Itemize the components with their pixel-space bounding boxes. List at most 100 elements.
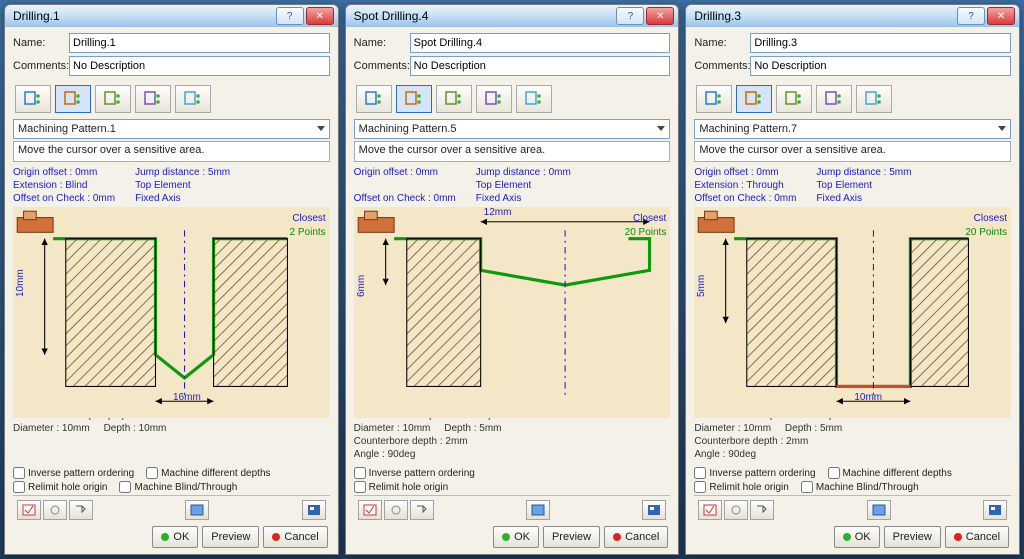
hint-text: Move the cursor over a sensitive area. [354,141,671,162]
tab-2[interactable] [436,85,472,113]
check-inverse[interactable]: Inverse pattern ordering [694,467,815,479]
closest-label: Closest [292,213,325,224]
tab-4[interactable] [856,85,892,113]
tab-1[interactable] [736,85,772,113]
cancel-icon [954,533,962,541]
comments-label: Comments: [13,60,69,72]
tab-1[interactable] [55,85,91,113]
name-input[interactable] [69,33,330,53]
help-button[interactable]: ? [957,7,985,25]
name-input[interactable] [750,33,1011,53]
geometry-diagram[interactable]: Closest 20 Points 5mm 10mm [694,207,1011,406]
mini-btn-3[interactable] [750,500,774,520]
dim-a[interactable]: 5mm [696,275,707,297]
preview-button[interactable]: Preview [543,526,600,548]
tab-1[interactable] [396,85,432,113]
dim-a[interactable]: 10mm [15,269,26,297]
check-blind-through[interactable]: Machine Blind/Through [801,481,919,493]
mini-btn-2[interactable] [43,500,67,520]
tab-4[interactable] [175,85,211,113]
mini-btn-center[interactable] [526,500,550,520]
dim-b[interactable]: 16mm [173,392,201,403]
points-label: 20 Points [965,227,1007,238]
check-blind-through[interactable]: Machine Blind/Through [119,481,237,493]
comments-label: Comments: [694,60,750,72]
mini-btn-2[interactable] [384,500,408,520]
ok-icon [502,533,510,541]
close-button[interactable]: ✕ [987,7,1015,25]
closest-label: Closest [974,213,1007,224]
titlebar[interactable]: Drilling.3?✕ [686,5,1019,27]
check-inverse[interactable]: Inverse pattern ordering [13,467,134,479]
mini-btn-3[interactable] [410,500,434,520]
mini-btn-1[interactable] [17,500,41,520]
titlebar[interactable]: Spot Drilling.4?✕ [346,5,679,27]
tab-0[interactable] [696,85,732,113]
check-relimit[interactable]: Relimit hole origin [354,481,448,493]
comments-input[interactable] [750,56,1011,76]
points-label: 2 Points [290,227,326,238]
name-label: Name: [694,37,750,49]
window-title: Drilling.3 [690,9,955,23]
tab-3[interactable] [816,85,852,113]
points-label: 20 Points [625,227,667,238]
help-button[interactable]: ? [616,7,644,25]
dim-b[interactable]: 10mm [854,392,882,403]
name-label: Name: [354,37,410,49]
tab-toolbar [354,85,671,113]
dim-a[interactable]: 6mm [356,275,367,297]
check-inverse[interactable]: Inverse pattern ordering [354,467,475,479]
cancel-icon [272,533,280,541]
dialog-1: Spot Drilling.4?✕ Name: Comments: Machining… [345,4,680,555]
bottom-bar [13,495,330,524]
cancel-button[interactable]: Cancel [945,526,1009,548]
preview-button[interactable]: Preview [884,526,941,548]
mini-btn-2[interactable] [724,500,748,520]
tab-2[interactable] [95,85,131,113]
mini-btn-right[interactable] [983,500,1007,520]
comments-label: Comments: [354,60,410,72]
pattern-combo[interactable]: Machining Pattern.5 [354,119,671,139]
mini-btn-right[interactable] [642,500,666,520]
mini-btn-right[interactable] [302,500,326,520]
check-diff-depths[interactable]: Machine different depths [146,467,270,479]
titlebar[interactable]: Drilling.1?✕ [5,5,338,27]
dim-c[interactable]: 12mm [484,207,512,218]
pattern-combo[interactable]: Machining Pattern.1 [13,119,330,139]
tab-0[interactable] [15,85,51,113]
name-label: Name: [13,37,69,49]
mini-btn-3[interactable] [69,500,93,520]
tab-2[interactable] [776,85,812,113]
check-diff-depths[interactable]: Machine different depths [828,467,952,479]
ok-button[interactable]: OK [493,526,539,548]
geometry-diagram[interactable]: Closest 2 Points 10mm 16mm [13,207,330,406]
dialog-0: Drilling.1?✕ Name: Comments: Machining Patt… [4,4,339,555]
ok-button[interactable]: OK [834,526,880,548]
bottom-bar [694,495,1011,524]
cancel-button[interactable]: Cancel [263,526,327,548]
geometry-params: Origin offset : 0mm Offset on Check : 0m… [354,166,671,205]
pattern-combo[interactable]: Machining Pattern.7 [694,119,1011,139]
check-relimit[interactable]: Relimit hole origin [13,481,107,493]
close-button[interactable]: ✕ [646,7,674,25]
tab-3[interactable] [476,85,512,113]
mini-btn-center[interactable] [185,500,209,520]
close-button[interactable]: ✕ [306,7,334,25]
comments-input[interactable] [410,56,671,76]
geometry-diagram[interactable]: Closest20 Points6mm12mm [354,207,671,406]
mini-btn-1[interactable] [358,500,382,520]
mini-btn-center[interactable] [867,500,891,520]
check-relimit[interactable]: Relimit hole origin [694,481,788,493]
mini-btn-1[interactable] [698,500,722,520]
tab-4[interactable] [516,85,552,113]
dialog-2: Drilling.3?✕ Name: Comments: Machining Patt… [685,4,1020,555]
preview-button[interactable]: Preview [202,526,259,548]
tab-0[interactable] [356,85,392,113]
name-input[interactable] [410,33,671,53]
ok-button[interactable]: OK [152,526,198,548]
tab-3[interactable] [135,85,171,113]
bottom-bar [354,495,671,524]
cancel-button[interactable]: Cancel [604,526,668,548]
help-button[interactable]: ? [276,7,304,25]
comments-input[interactable] [69,56,330,76]
